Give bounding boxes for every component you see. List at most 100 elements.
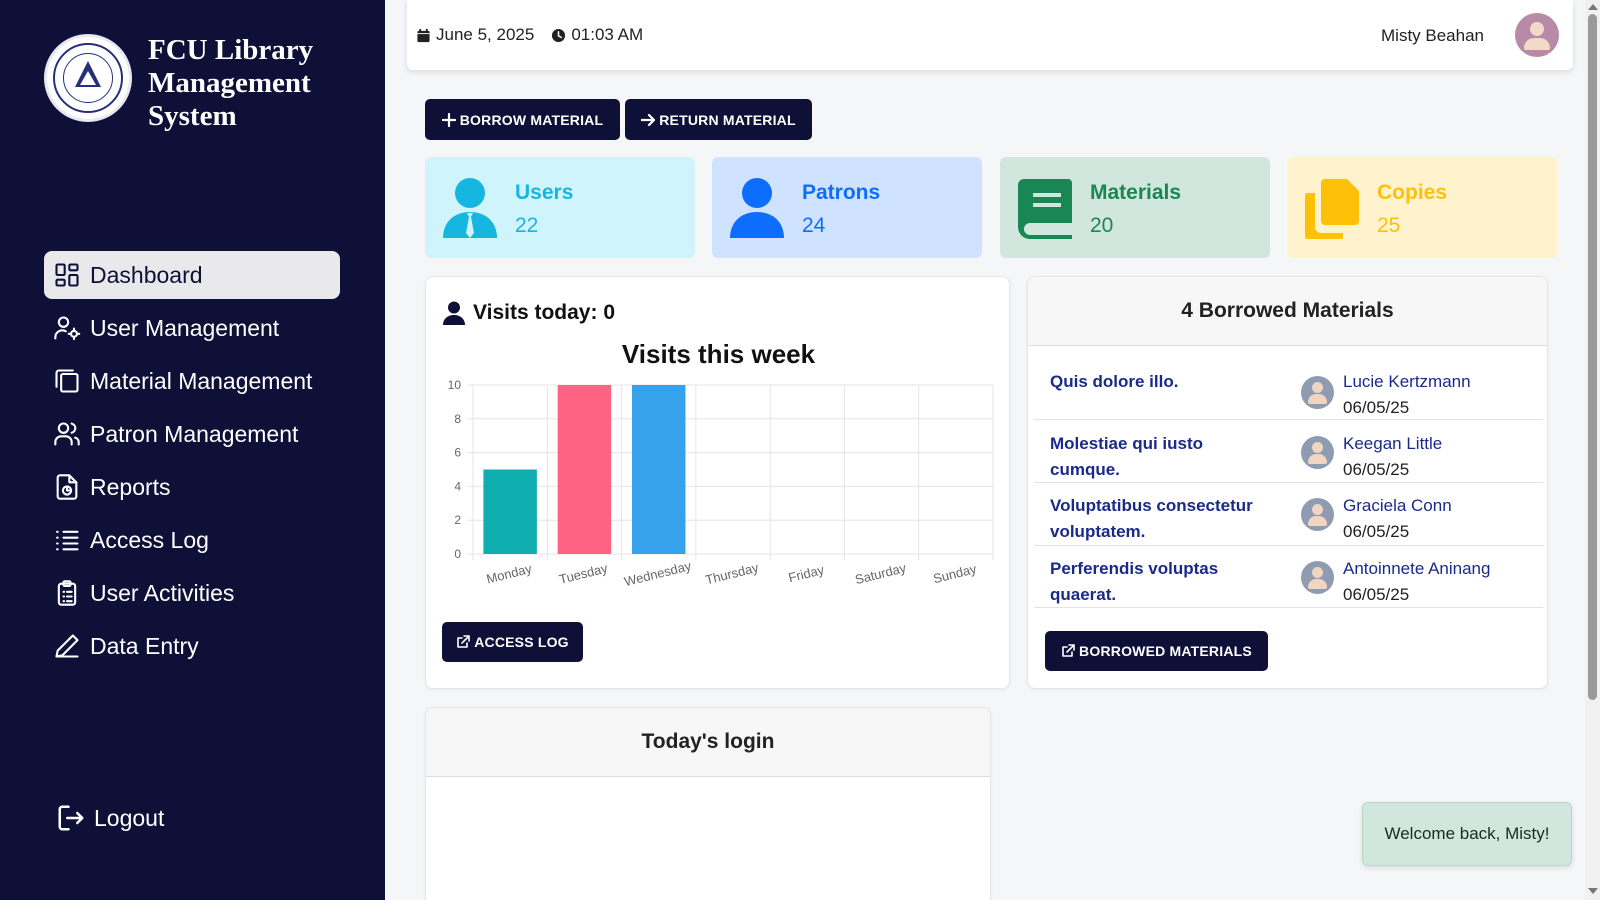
borrow-date: 06/05/25	[1343, 460, 1410, 479]
logout-label: Logout	[94, 804, 165, 831]
clock-icon	[552, 28, 566, 42]
x-tick-label: Saturday	[853, 560, 908, 587]
access-log-button[interactable]: ACCESS LOG	[442, 622, 583, 662]
patron-avatar	[1301, 561, 1334, 594]
logout-icon	[58, 805, 84, 831]
sidebar-item-label: User Activities	[90, 579, 235, 606]
x-tick-label: Tuesday	[558, 560, 610, 587]
person-icon	[730, 178, 784, 238]
visits-today-label: Visits today: 0	[473, 301, 615, 324]
stat-label: Patrons	[802, 181, 881, 204]
calendar-icon	[417, 28, 430, 42]
sidebar-item-dashboard[interactable]: Dashboard	[44, 251, 340, 299]
patron-name-link[interactable]: Graciela Conn	[1343, 493, 1452, 519]
bar-tuesday	[557, 385, 612, 554]
sidebar-item-material-management[interactable]: Material Management	[44, 357, 340, 405]
sidebar-item-reports[interactable]: Reports	[44, 463, 340, 511]
borrowed-row[interactable]: Quis dolore illo. Lucie Kertzmann 06/05/…	[1034, 358, 1543, 420]
sidebar-item-data-entry[interactable]: Data Entry	[44, 622, 340, 670]
borrowed-row[interactable]: Molestiae qui iusto cumque. Keegan Littl…	[1034, 420, 1543, 483]
datetime: June 5, 2025 01:03 AM	[416, 25, 643, 45]
sidebar-item-label: Access Log	[90, 526, 209, 553]
stat-label: Copies	[1377, 181, 1448, 204]
book-icon	[1018, 179, 1072, 239]
x-tick-label: Friday	[787, 562, 826, 585]
material-title-link[interactable]: Quis dolore illo.	[1050, 369, 1270, 395]
page-scrollbar[interactable]	[1585, 0, 1600, 900]
sidebar-item-label: Material Management	[90, 367, 313, 394]
patron-name-link[interactable]: Antoinnete Aninang	[1343, 556, 1490, 582]
sidebar-item-label: Patron Management	[90, 420, 299, 447]
stat-card-patrons[interactable]: Patrons 24	[712, 157, 982, 258]
logout-link[interactable]: Logout	[56, 803, 164, 833]
material-title-link[interactable]: Voluptatibus consectetur voluptatem.	[1050, 493, 1270, 545]
user-icon	[443, 301, 465, 325]
material-title-link[interactable]: Molestiae qui iusto cumque.	[1050, 431, 1270, 483]
current-time: 01:03 AM	[571, 25, 644, 44]
y-tick-label: 0	[454, 547, 461, 561]
sidebar-item-user-management[interactable]: User Management	[44, 304, 340, 352]
topbar: June 5, 2025 01:03 AM Misty Beahan	[407, 0, 1573, 70]
borrow-date: 06/05/25	[1343, 398, 1410, 417]
sidebar-item-access-log[interactable]: Access Log	[44, 516, 340, 564]
borrowed-row[interactable]: Voluptatibus consectetur voluptatem. Gra…	[1034, 483, 1543, 546]
patron-avatar	[1301, 498, 1334, 531]
sidebar-item-patron-management[interactable]: Patron Management	[44, 410, 340, 458]
external-link-icon	[1062, 644, 1075, 657]
borrowed-materials-button[interactable]: BORROWED MATERIALS	[1045, 631, 1268, 671]
user-avatar[interactable]	[1515, 13, 1559, 57]
copy-icon	[52, 366, 82, 396]
borrowed-materials-button-label: BORROWED MATERIALS	[1079, 643, 1252, 659]
user-gear-icon	[52, 313, 82, 343]
y-tick-label: 4	[454, 479, 461, 493]
material-title-link[interactable]: Perferendis voluptas quaerat.	[1050, 556, 1270, 608]
y-tick-label: 6	[454, 446, 461, 460]
stat-label: Users	[515, 181, 574, 204]
stat-value: 22	[515, 214, 539, 237]
list-icon	[52, 525, 82, 555]
file-chart-icon	[52, 472, 82, 502]
stat-value: 20	[1090, 214, 1114, 237]
stat-card-users[interactable]: Users 22	[425, 157, 695, 258]
app-title: FCU Library Management System	[148, 34, 314, 132]
todays-login-card: Today's login	[425, 707, 991, 900]
borrowed-materials-card: 4 Borrowed Materials Quis dolore illo. L…	[1027, 276, 1548, 689]
patron-name-link[interactable]: Lucie Kertzmann	[1343, 369, 1471, 395]
sidebar-item-label: Dashboard	[90, 261, 203, 288]
user-tie-icon	[443, 178, 497, 238]
stat-label: Materials	[1090, 181, 1182, 204]
patron-name-link[interactable]: Keegan Little	[1343, 431, 1442, 457]
sidebar-item-label: User Management	[90, 314, 280, 341]
stat-card-copies[interactable]: Copies 25	[1287, 157, 1557, 258]
borrow-date: 06/05/25	[1343, 585, 1410, 604]
sidebar-item-user-activities[interactable]: User Activities	[44, 569, 340, 617]
plus-icon	[441, 112, 456, 127]
current-date: June 5, 2025	[436, 25, 535, 44]
user-name: Misty Beahan	[1381, 26, 1484, 45]
patron-avatar	[1301, 376, 1334, 409]
y-tick-label: 10	[448, 378, 462, 392]
dashboard-icon	[52, 260, 82, 290]
return-material-button[interactable]: RETURN MATERIAL	[625, 99, 812, 140]
scroll-thumb[interactable]	[1588, 14, 1597, 700]
bar-monday	[483, 469, 537, 554]
chart-title: Visits this week	[621, 339, 816, 369]
scroll-up-arrow[interactable]	[1588, 4, 1598, 10]
borrow-date: 06/05/25	[1343, 522, 1410, 541]
scroll-down-arrow[interactable]	[1588, 888, 1598, 894]
y-tick-label: 2	[454, 513, 461, 527]
x-tick-label: Sunday	[932, 561, 979, 586]
borrowed-row[interactable]: Perferendis voluptas quaerat. Antoinnete…	[1034, 546, 1543, 608]
y-tick-label: 8	[454, 412, 461, 426]
borrow-material-label: BORROW MATERIAL	[459, 111, 604, 128]
arrow-right-icon	[641, 113, 656, 126]
patron-avatar	[1301, 436, 1334, 469]
pencil-icon	[52, 631, 82, 661]
stat-card-materials[interactable]: Materials 20	[1000, 157, 1270, 258]
welcome-toast[interactable]: Welcome back, Misty!	[1362, 802, 1572, 866]
borrow-material-button[interactable]: BORROW MATERIAL	[425, 99, 620, 140]
bar-wednesday	[631, 385, 686, 554]
x-tick-label: Wednesday	[623, 558, 693, 589]
access-log-label: ACCESS LOG	[474, 634, 569, 650]
copy-files-icon	[1305, 179, 1359, 239]
